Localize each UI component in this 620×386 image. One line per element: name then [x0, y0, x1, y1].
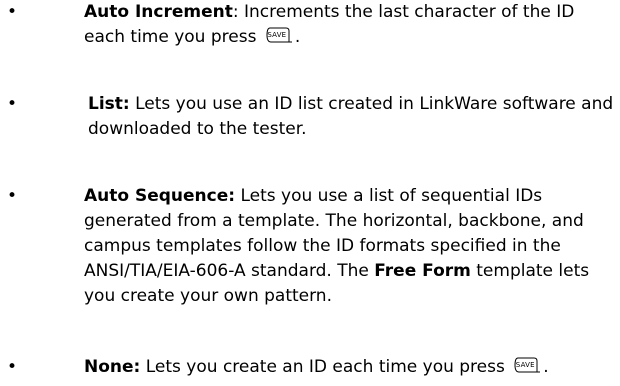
item-term: Auto Increment — [84, 2, 233, 22]
save-key-label: SAVE — [267, 31, 287, 39]
item-description-end: . — [543, 357, 549, 377]
bullet: • — [7, 2, 18, 22]
bullet: • — [7, 357, 18, 377]
save-key-icon: SAVE — [513, 357, 541, 374]
item-text: Auto Increment: Increments the last char… — [84, 0, 614, 50]
save-key-icon: SAVE — [265, 27, 293, 44]
save-key-label: SAVE — [515, 361, 535, 369]
bullet: • — [7, 186, 18, 206]
item-term: List: — [88, 94, 130, 114]
item-description: Lets you use an ID list created in LinkW… — [88, 94, 614, 139]
item-text: None: Lets you create an ID each time yo… — [84, 355, 614, 380]
item-description-end: . — [294, 27, 301, 47]
bullet: • — [7, 94, 18, 114]
item-term: None: — [84, 357, 141, 377]
item-text: Auto Sequence: Lets you use a list of se… — [84, 184, 614, 309]
item-description: Lets you create an ID each time you pres… — [140, 357, 511, 377]
free-form-term: Free Form — [374, 261, 471, 281]
item-term: Auto Sequence: — [84, 186, 236, 206]
item-text: List: Lets you use an ID list created in… — [88, 92, 618, 142]
